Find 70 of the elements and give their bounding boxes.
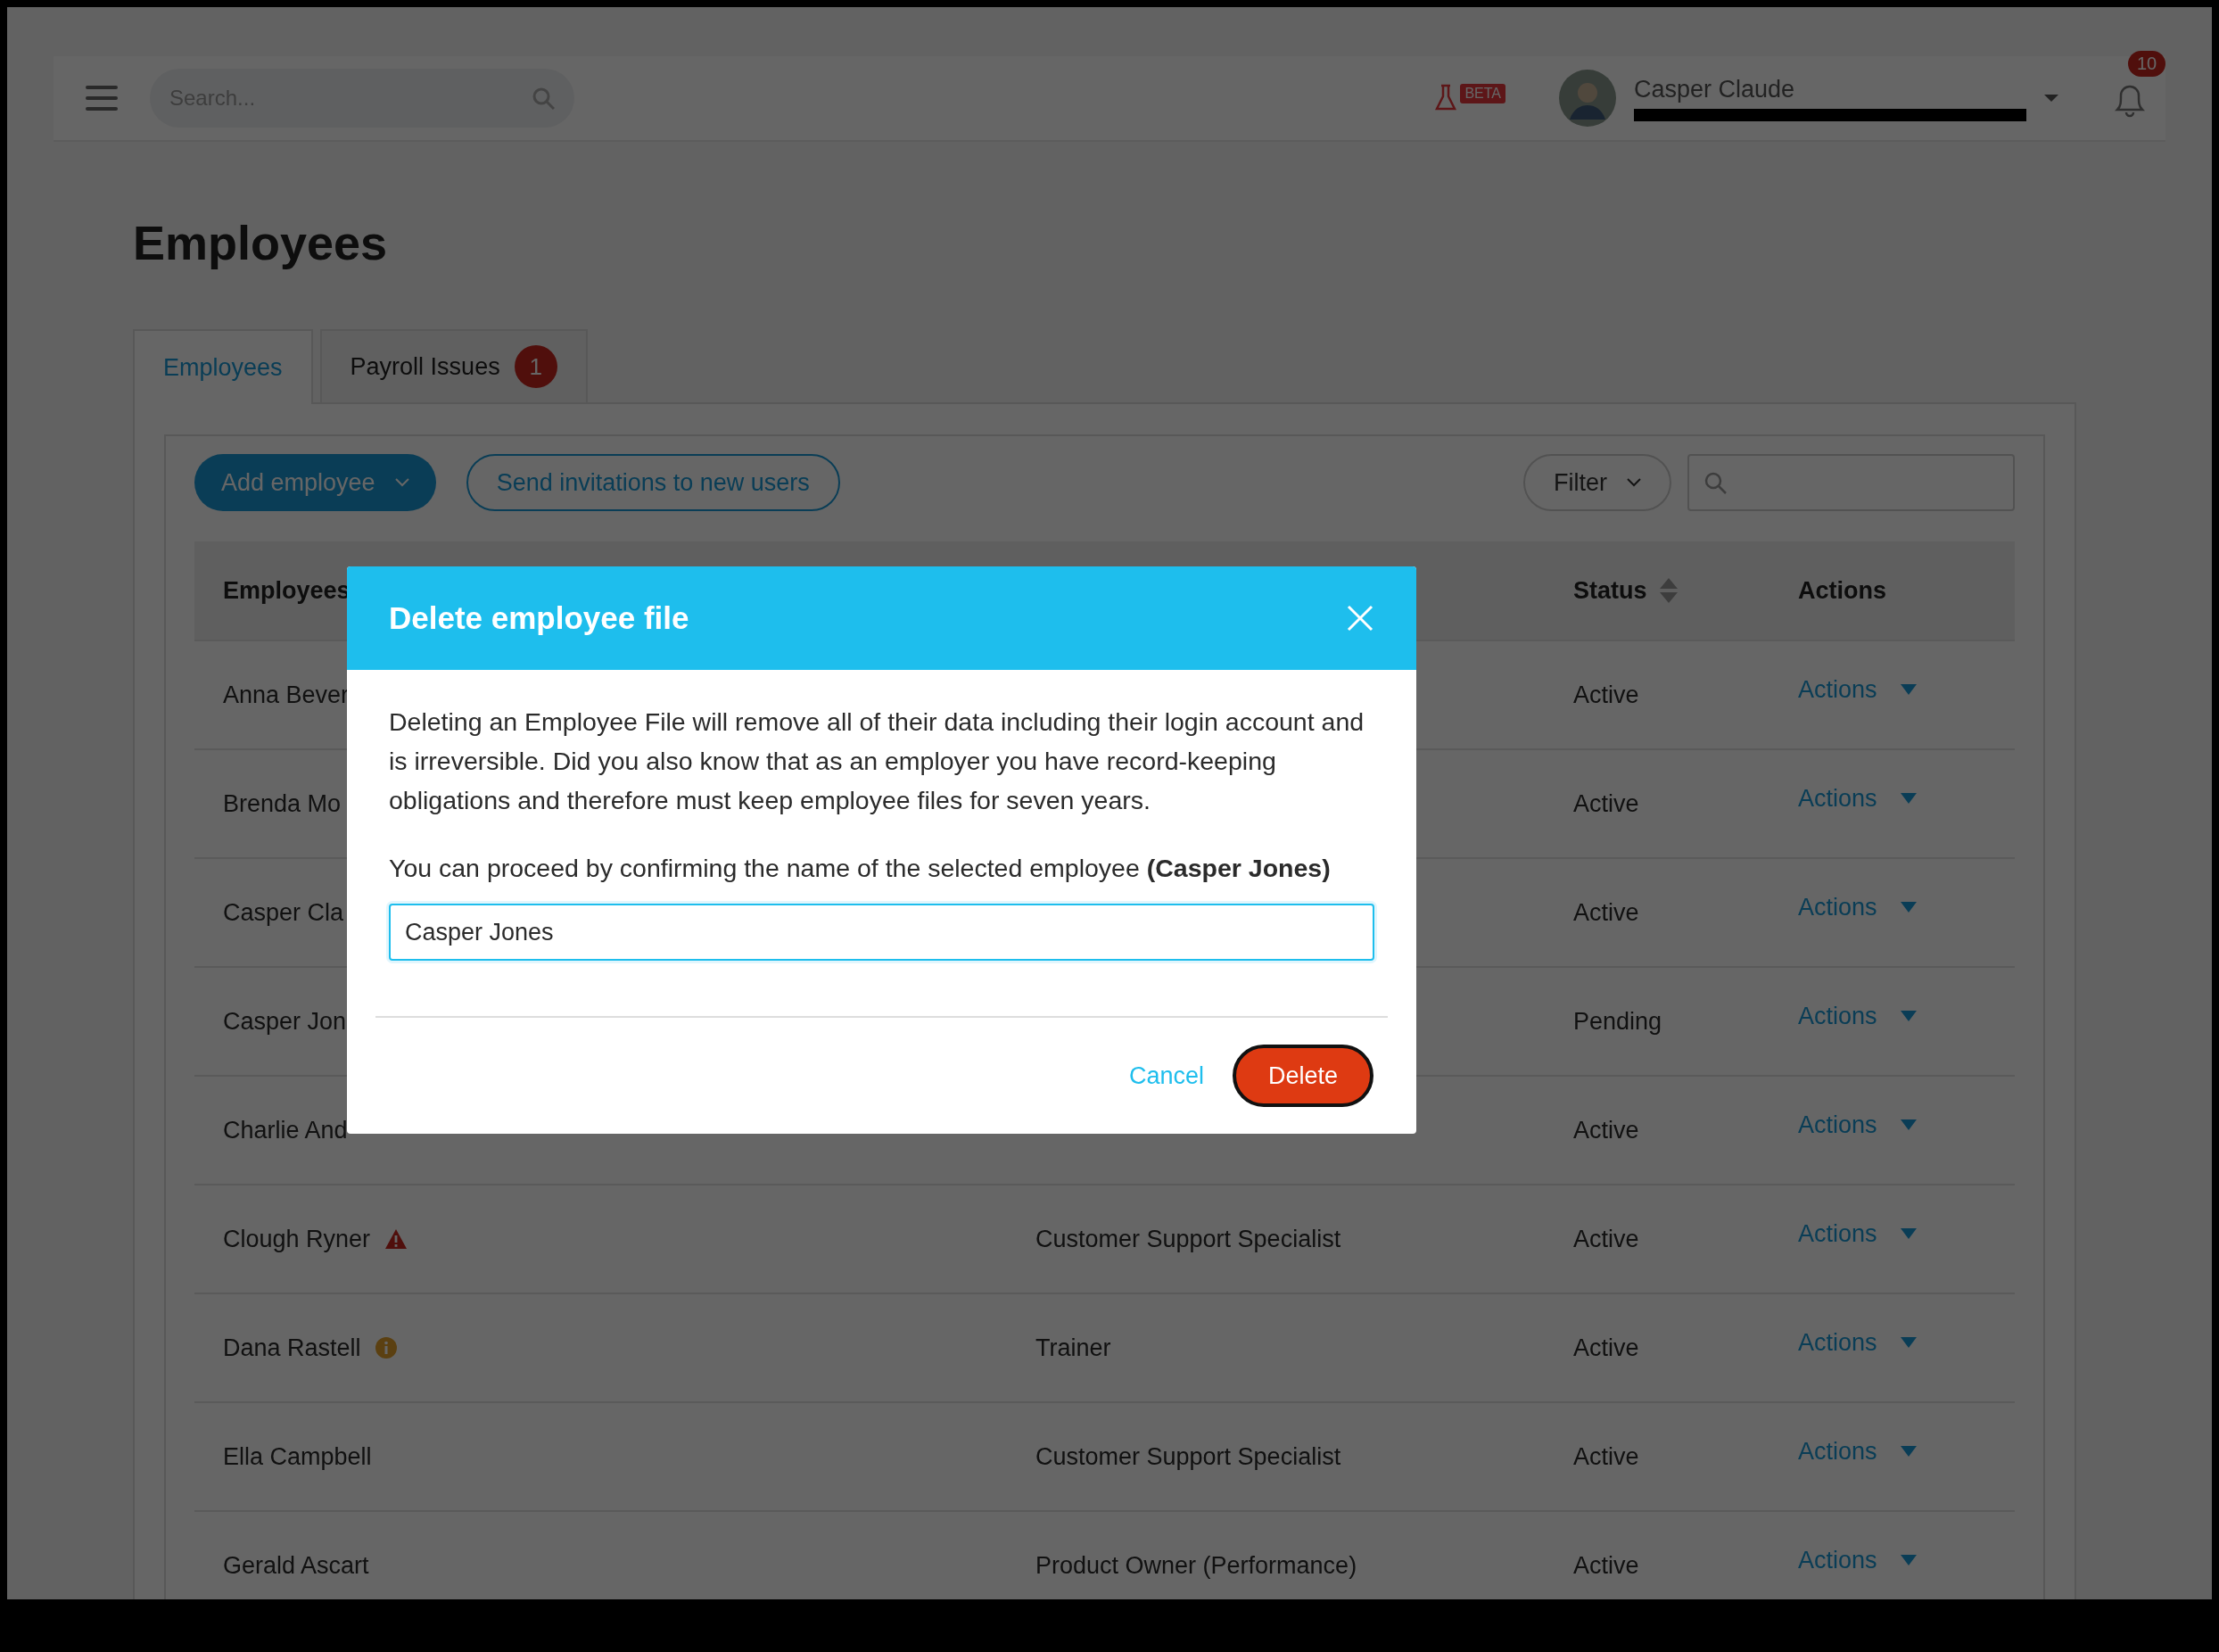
filter-button[interactable]: Filter	[1523, 454, 1671, 511]
chevron-icon	[394, 478, 409, 487]
employee-name: Anna Bever	[223, 681, 350, 709]
column-header: Employees	[223, 576, 351, 605]
page-title: Employees	[133, 215, 389, 271]
dialog-title: Delete employee file	[389, 600, 690, 636]
caret-icon	[1900, 1555, 1917, 1565]
caret-icon	[1900, 1119, 1917, 1130]
count-badge: 1	[514, 345, 557, 388]
avatar-icon	[1559, 70, 1616, 127]
send-invitations-button[interactable]: Send invitations to new users	[466, 454, 840, 511]
status-text: Active	[1573, 1551, 1639, 1579]
search-icon	[532, 87, 555, 110]
employee-name: Gerald Ascart	[223, 1551, 369, 1580]
caret-icon[interactable]	[2044, 95, 2058, 102]
employee-name: Dana Rastell	[223, 1334, 361, 1362]
caret-icon	[1900, 793, 1917, 804]
add-employee-button[interactable]: Add employee	[194, 454, 436, 511]
delete-button[interactable]: Delete	[1232, 1045, 1373, 1107]
confirmation-prompt: You can proceed by confirming the name of the selected employee (Casper Jones)	[389, 853, 1332, 884]
actions-dropdown[interactable]: Actions	[1798, 1328, 1917, 1357]
caret-icon	[1900, 1228, 1917, 1239]
column-header: Status	[1573, 576, 1647, 605]
dialog-message: Deleting an Employee File will remove all of their data including their login account and is irreversible. Did you also know that as an employer you have record-keeping obligations and therefore must keep employee files for seven years.	[389, 706, 1365, 816]
status-text: Active	[1573, 1116, 1639, 1144]
status-text: Active	[1573, 898, 1639, 926]
status-text: Active	[1573, 681, 1639, 708]
flask-icon	[1433, 84, 1459, 112]
status-text: Active	[1573, 1225, 1639, 1252]
status-text: Pending	[1573, 1007, 1662, 1035]
user-name: Casper Claude	[1634, 75, 1796, 103]
job-title: Customer Support Specialist	[1035, 1225, 1341, 1252]
tab[interactable]: Employees	[133, 329, 313, 404]
status-text: Active	[1573, 1442, 1639, 1470]
close-icon[interactable]	[1347, 605, 1373, 632]
column-header: Actions	[1798, 576, 1886, 605]
job-title: Customer Support Specialist	[1035, 1442, 1341, 1470]
actions-dropdown[interactable]: Actions	[1798, 784, 1917, 813]
chevron-icon	[1627, 478, 1641, 487]
beta-badge: BETA	[1460, 84, 1505, 103]
menu-icon[interactable]	[86, 86, 118, 111]
job-title: Trainer	[1035, 1334, 1111, 1361]
employee-name: Charlie And	[223, 1116, 348, 1144]
job-title: Product Owner (Performance)	[1035, 1551, 1357, 1579]
employee-name: Clough Ryner	[223, 1225, 371, 1253]
employee-name: Brenda Mo	[223, 789, 342, 818]
tab[interactable]: Payroll Issues 1	[319, 329, 588, 402]
actions-dropdown[interactable]: Actions	[1798, 1002, 1917, 1030]
caret-icon	[1900, 684, 1917, 695]
status-text: Active	[1573, 1334, 1639, 1361]
caret-icon	[1900, 1337, 1917, 1348]
notification-badge: 10	[2128, 51, 2166, 77]
name-input-field[interactable]: Casper Jones	[389, 904, 1374, 961]
actions-dropdown[interactable]: Actions	[1798, 1111, 1917, 1139]
actions-dropdown[interactable]: Actions	[1798, 1546, 1917, 1574]
caret-icon	[1900, 902, 1917, 913]
caret-icon	[1900, 1011, 1917, 1021]
search-field[interactable]	[1687, 454, 2015, 511]
employee-name: Casper Cla	[223, 898, 344, 927]
sort-icon[interactable]	[1659, 578, 1678, 603]
caret-icon	[1900, 1446, 1917, 1457]
status-text: Active	[1573, 789, 1639, 817]
actions-dropdown[interactable]: Actions	[1798, 1437, 1917, 1466]
employee-name: Ella Campbell	[223, 1442, 372, 1471]
search-icon	[1703, 471, 1727, 494]
actions-dropdown[interactable]: Actions	[1798, 1219, 1917, 1248]
actions-dropdown[interactable]: Actions	[1798, 675, 1917, 704]
cancel-button[interactable]: Cancel	[1128, 1061, 1204, 1090]
employee-name: Casper Jon	[223, 1007, 347, 1036]
actions-dropdown[interactable]: Actions	[1798, 893, 1917, 921]
